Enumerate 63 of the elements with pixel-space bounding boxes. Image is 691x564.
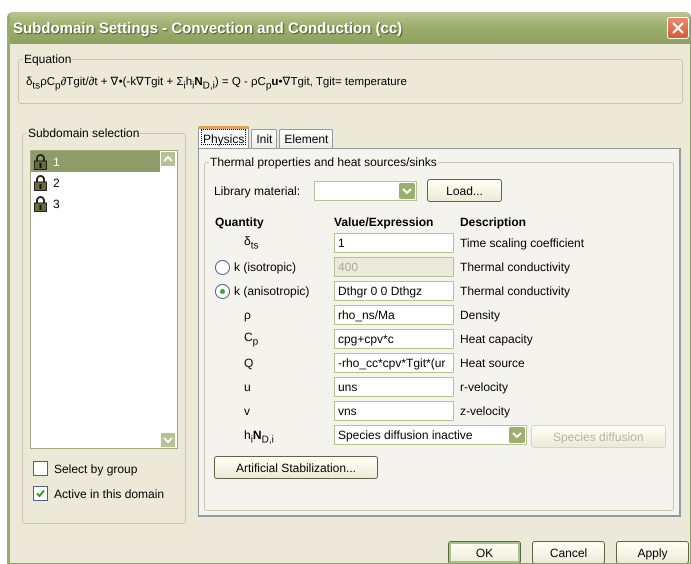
group-label: Thermal properties and heat sources/sinks [210,155,437,169]
checkbox[interactable] [33,486,48,501]
dialog-button[interactable]: OK [448,541,521,563]
value-field[interactable]: Dthgr 0 0 Dthgz [334,281,454,301]
value-field[interactable]: vns [334,401,454,421]
quantity-label: ρ [243,308,251,322]
chevron-down-icon [512,431,522,439]
lock-icon [34,174,47,190]
quantity-label: v [243,404,250,418]
library-material-label: Library material: [214,184,300,198]
close-icon [672,22,684,34]
chevron-down-icon [163,436,173,444]
checkbox-label: Select by group [54,462,138,476]
value-field[interactable]: -rho_cc*cpv*Tgit*(ur [334,353,454,373]
checkbox[interactable] [33,461,48,476]
library-material-dropdown[interactable] [314,180,418,200]
description-text: Thermal conductivity [460,284,572,298]
value-field[interactable]: 1 [334,233,454,253]
quantity-label: h$_{i}$N$_{D,i}$ [243,428,274,446]
close-button[interactable] [667,17,689,39]
description-text: r-velocity [460,380,510,394]
subdomain-item[interactable]: 3 [31,193,160,214]
description-text: Thermal conductivity [460,260,572,274]
lock-icon [34,196,47,212]
equation-text: δ$_{ts}$ρC$_{p}$∂Tgit/∂t + ∇•(-k∇Tgit + Σ$_{i}$h$_{i}$N$_{D,i}$) = Q - ρC$_{p}$u•∇Tgit, Tgit= temperature [26,75,408,92]
column-header: Description [460,215,528,229]
quantity-label: δ$_{ts}$ [243,234,258,252]
radio-button[interactable] [215,284,230,298]
tab[interactable]: Init [251,129,278,148]
quantity-label: Q [243,356,254,370]
chevron-down-icon [402,186,412,194]
subdomain-item[interactable]: 2 [31,172,160,193]
column-header: Quantity [215,215,265,229]
group-label: Equation [24,52,72,66]
value-field[interactable]: cpg+cpv*c [334,329,454,349]
artificial-stabilization-button[interactable]: Artificial Stabilization... [214,456,378,479]
description-text: Time scaling coefficient [460,236,586,250]
description-text: Density [460,308,502,322]
description-text: Heat source [460,356,526,370]
load-button[interactable]: Load... [427,179,502,202]
tab[interactable]: Physics [198,126,250,148]
dropdown-button[interactable] [508,427,525,443]
check-icon [36,489,45,498]
description-text: z-velocity [460,404,512,418]
species-dropdown[interactable]: Species diffusion inactive [334,425,527,445]
value-field[interactable]: uns [334,377,454,397]
dropdown-button[interactable] [399,182,416,198]
quantity-label: k (isotropic) [234,260,296,274]
subdomain-list[interactable]: 1 2 3 [30,150,178,449]
group-label: Subdomain selection [28,126,140,140]
lock-icon [34,154,47,170]
value-field[interactable]: rho_ns/Ma [334,305,454,325]
window-title: Subdomain Settings - Convection and Conduction (cc) [13,20,402,36]
column-header: Value/Expression [334,215,434,229]
checkbox-label: Active in this domain [54,486,164,500]
description-text: Heat capacity [460,332,534,346]
dialog-button[interactable]: Cancel [532,541,605,563]
tab[interactable]: Element [279,129,334,148]
quantity-label: u [243,380,251,394]
quantity-label: k (anisotropic) [234,284,310,298]
quantity-label: C$_{p}$ [243,330,258,348]
dialog-button[interactable]: Apply [616,541,689,563]
chevron-up-icon [163,155,173,163]
